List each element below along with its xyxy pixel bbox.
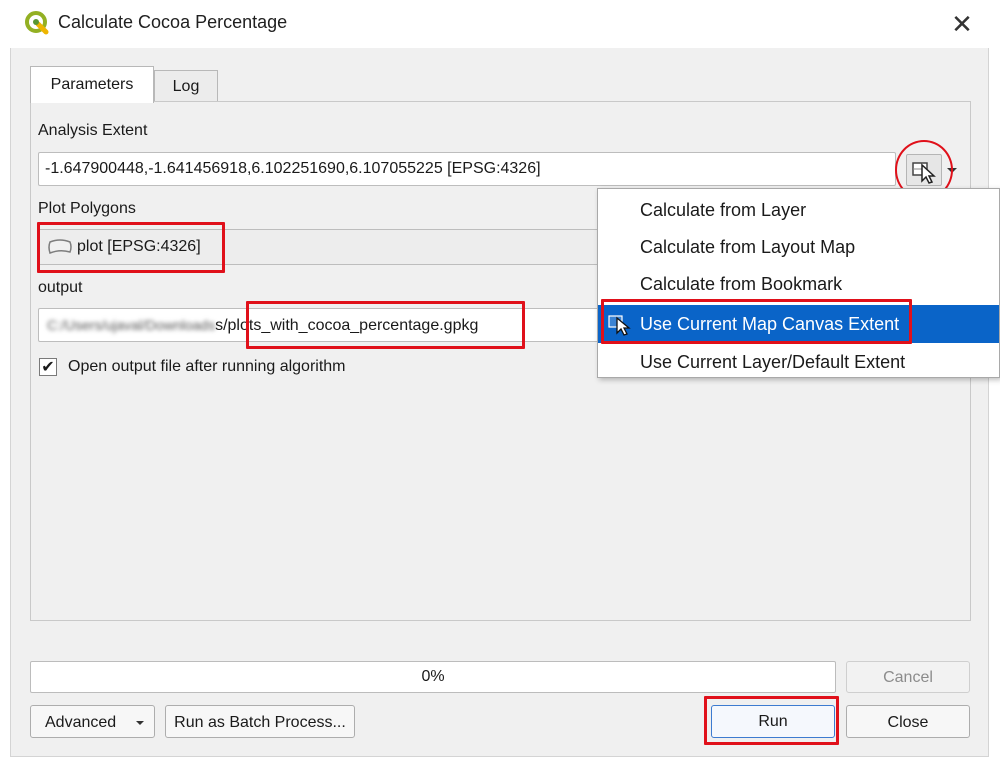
advanced-button[interactable]: Advanced <box>30 705 155 738</box>
highlight-box-plot-polygons <box>37 222 225 273</box>
tab-log[interactable]: Log <box>154 70 218 102</box>
cancel-button[interactable]: Cancel <box>846 661 970 693</box>
menu-item-calculate-from-layout-map[interactable]: Calculate from Layout Map <box>598 228 999 266</box>
chevron-down-icon <box>136 721 144 725</box>
close-button[interactable]: Close <box>846 705 970 738</box>
menu-item-use-current-layer-default-extent[interactable]: Use Current Layer/Default Extent <box>598 343 999 381</box>
menu-item-calculate-from-layer[interactable]: Calculate from Layer <box>598 191 999 229</box>
analysis-extent-label: Analysis Extent <box>38 122 148 139</box>
tab-parameters[interactable]: Parameters <box>30 66 154 103</box>
highlight-box-run-button <box>704 696 839 745</box>
plot-polygons-label: Plot Polygons <box>38 200 136 217</box>
highlight-box-output-filename <box>246 301 525 349</box>
open-output-label: Open output file after running algorithm <box>68 358 346 375</box>
advanced-label: Advanced <box>45 714 117 731</box>
close-window-button[interactable]: ✕ <box>944 6 980 42</box>
extent-dropdown-menu: Calculate from Layer Calculate from Layo… <box>597 188 1000 378</box>
dialog-title: Calculate Cocoa Percentage <box>58 12 288 32</box>
highlight-box-map-canvas-extent <box>601 299 912 344</box>
output-path-blurred: C:/Users/ujaval/Downloads <box>47 317 216 333</box>
open-output-checkbox[interactable]: ✔ <box>39 358 57 376</box>
output-label: output <box>38 279 83 296</box>
analysis-extent-input[interactable]: -1.647900448,-1.641456918,6.102251690,6.… <box>38 152 896 186</box>
menu-item-calculate-from-bookmark[interactable]: Calculate from Bookmark <box>598 265 999 303</box>
output-path-prefix: s <box>215 317 224 334</box>
run-batch-button[interactable]: Run as Batch Process... <box>165 705 355 738</box>
progress-bar: 0% <box>30 661 836 693</box>
qgis-logo-icon <box>25 11 49 35</box>
